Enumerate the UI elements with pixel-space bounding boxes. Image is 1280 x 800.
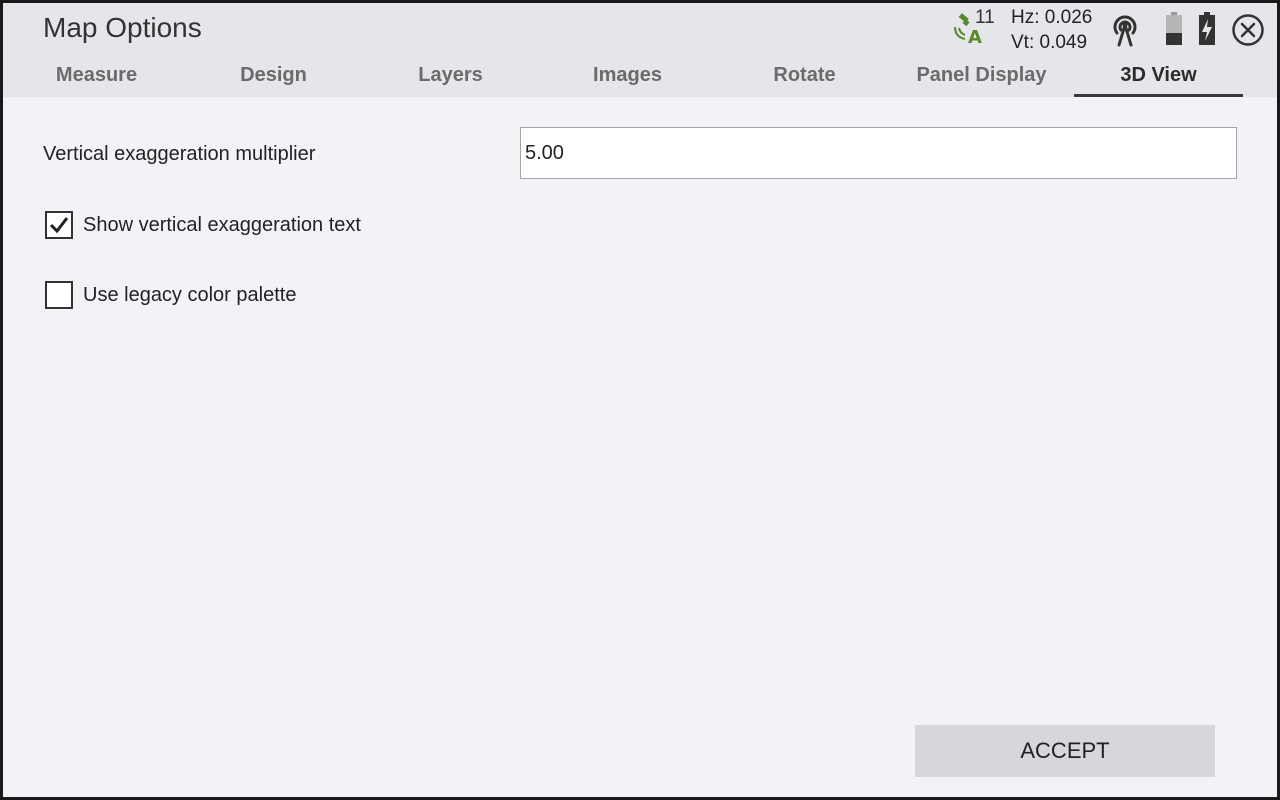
checkmark-icon [49,217,69,234]
status-bar: A 11 Hz: 0.026 Vt: 0.049 [947,3,1277,58]
battery-icon[interactable] [1164,11,1184,47]
vertical-exaggeration-label: Vertical exaggeration multiplier [43,143,316,165]
legacy-palette-checkbox[interactable] [45,281,73,309]
tab-rotate[interactable]: Rotate [716,57,893,97]
tab-measure[interactable]: Measure [8,57,185,97]
svg-text:A: A [968,27,982,45]
tab-panel-display[interactable]: Panel Display [893,57,1070,97]
close-icon[interactable] [1231,13,1265,47]
radio-signal-icon[interactable] [1107,11,1143,47]
app-window: Map Options A 11 Hz: 0.026 Vt: 0.049 Mea… [0,0,1280,800]
vertical-exaggeration-input[interactable] [520,127,1237,179]
legacy-palette-option[interactable]: Use legacy color palette [45,281,296,309]
battery-charging-icon[interactable] [1197,11,1217,47]
satellite-count: 11 [975,7,995,28]
tab-design[interactable]: Design [185,57,362,97]
precision-readout: Hz: 0.026 Vt: 0.049 [1011,5,1092,55]
vt-precision: Vt: 0.049 [1011,32,1088,53]
show-text-checkbox[interactable] [45,211,73,239]
page-title: Map Options [43,12,202,43]
header: Map Options A 11 Hz: 0.026 Vt: 0.049 Mea… [3,3,1277,97]
tab-layers[interactable]: Layers [362,57,539,97]
show-text-option[interactable]: Show vertical exaggeration text [45,211,361,239]
tab-bar: Measure Design Layers Images Rotate Pane… [8,57,1277,97]
show-text-label: Show vertical exaggeration text [83,213,361,236]
legacy-palette-label: Use legacy color palette [83,283,297,306]
hz-precision: Hz: 0.026 [1011,7,1093,28]
accept-button[interactable]: ACCEPT [915,725,1215,777]
tab-3d-view[interactable]: 3D View [1070,57,1247,97]
tab-images[interactable]: Images [539,57,716,97]
